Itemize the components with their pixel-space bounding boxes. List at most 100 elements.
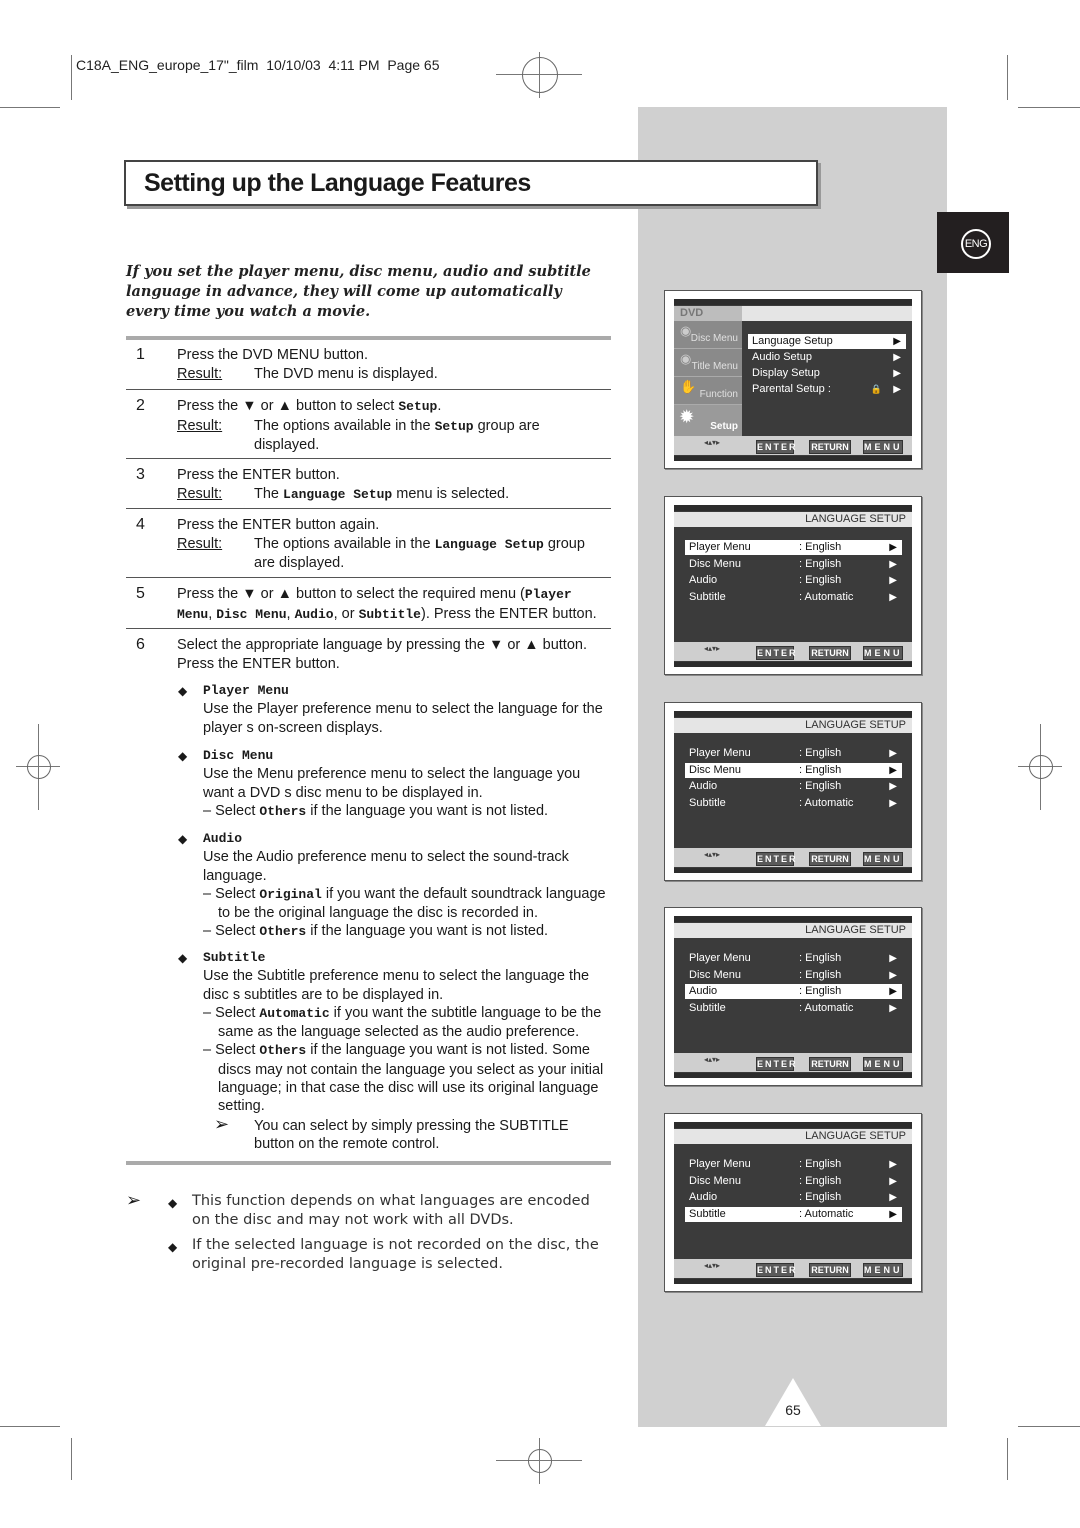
menu-item-label: Language Setup <box>752 335 833 347</box>
menu-item-display-setup[interactable]: Display Setup ▶ <box>748 366 906 381</box>
note-arrow-icon: ➢ <box>214 1114 230 1134</box>
side-tab-setup[interactable]: ✹ Setup <box>674 405 742 437</box>
language-row[interactable]: Subtitle : Automatic ▶ <box>685 796 902 811</box>
language-row-value: : English <box>799 1191 842 1203</box>
language-row[interactable]: Subtitle : Automatic ▶ <box>685 1001 902 1016</box>
language-row-label: Disc Menu <box>689 763 741 776</box>
step-5: Press the ▼ or ▲ button to select the re… <box>177 585 612 624</box>
arrow-right-icon: ▶ <box>889 1002 897 1014</box>
language-row[interactable]: Disc Menu : English ▶ <box>685 762 902 778</box>
bullet-diamond-icon: ◆ <box>178 684 188 698</box>
language-tab: ENG <box>937 212 1009 273</box>
step-result-text: menu is selected. <box>392 485 510 502</box>
enter-button[interactable]: ENTER <box>756 440 796 454</box>
language-row[interactable]: Audio : English ▶ <box>685 573 902 588</box>
language-row[interactable]: Disc Menu : English ▶ <box>685 1174 902 1189</box>
side-tab-label: Function <box>699 389 738 400</box>
arrow-right-icon: ▶ <box>889 1208 897 1220</box>
step-instruction: Press the ▼ or ▲ button to select <box>177 398 399 414</box>
menu-button[interactable]: MENU <box>863 852 903 866</box>
step-instruction: Press the ENTER button again. <box>177 517 380 533</box>
arrow-right-icon: ▶ <box>889 1175 897 1187</box>
language-row-label: Audio <box>689 574 718 586</box>
lock-icon: 🔒 <box>870 384 882 394</box>
side-tab-function[interactable]: ✋ Function <box>674 377 742 405</box>
step-number: 1 <box>136 346 145 363</box>
language-row[interactable]: Audio : English ▶ <box>685 779 902 794</box>
step-result-text: The options available in the <box>254 417 435 434</box>
side-tab-title-menu[interactable]: ◉ Title Menu <box>674 349 742 377</box>
language-row-value: : English <box>799 541 842 553</box>
menu-button[interactable]: MENU <box>863 1263 903 1277</box>
language-row[interactable]: Player Menu : English ▶ <box>685 1157 902 1172</box>
language-row-value: : English <box>799 968 842 981</box>
return-button[interactable]: RETURN <box>809 646 851 660</box>
arrow-right-icon: ▶ <box>889 969 897 981</box>
enter-button[interactable]: ENTER <box>756 1057 796 1071</box>
divider <box>126 1161 611 1165</box>
step-3: Press the ENTER button. Result: The Langu… <box>177 466 612 504</box>
step-result: The options available in the Language Se… <box>254 535 604 573</box>
menu-item-label: Audio Setup <box>752 351 812 363</box>
language-row-value: : English <box>799 985 842 997</box>
osd-bottom-bar <box>674 1279 912 1284</box>
language-row[interactable]: Disc Menu : English ▶ <box>685 968 902 983</box>
note-text: – Select <box>203 923 260 940</box>
code-term: Setup <box>434 418 474 434</box>
crop-mark <box>0 107 60 108</box>
option-name: Subtitle <box>203 950 266 965</box>
title-icon: ◉ <box>680 351 692 366</box>
language-row[interactable]: Audio : English ▶ <box>685 984 902 999</box>
language-row[interactable]: Player Menu : English ▶ <box>685 951 902 966</box>
dvd-menu-screen: DVD ◉ Disc Menu ◉ Title Menu ✋ Function ✹ Se… <box>664 290 922 469</box>
menu-item-audio-setup[interactable]: Audio Setup ▶ <box>748 350 906 365</box>
language-row[interactable]: Subtitle : Automatic ▶ <box>685 1206 902 1222</box>
return-button[interactable]: RETURN <box>809 440 851 454</box>
language-row[interactable]: Disc Menu : English ▶ <box>685 557 902 572</box>
result-label: Result: <box>177 485 223 502</box>
return-button[interactable]: RETURN <box>809 1263 851 1277</box>
osd-display: LANGUAGE SETUP Player Menu : English ▶ D… <box>674 505 912 667</box>
osd-display: LANGUAGE SETUP Player Menu : English ▶ D… <box>674 1122 912 1284</box>
note-text: if the language you want is not listed. <box>306 923 549 940</box>
menu-button[interactable]: MENU <box>863 646 903 660</box>
osd-top-bar <box>674 711 912 717</box>
bullet-diamond-icon: ◆ <box>178 951 188 965</box>
osd-header: LANGUAGE SETUP <box>674 512 912 527</box>
option-desc: Use the Audio preference menu to select … <box>203 849 569 884</box>
language-row[interactable]: Subtitle : Automatic ▶ <box>685 590 902 605</box>
result-label: Result: <box>177 365 223 382</box>
step-1: Press the DVD MENU button. Result: The DV… <box>177 346 612 383</box>
option-name: Audio <box>203 831 243 846</box>
menu-item-language-setup[interactable]: Language Setup ▶ <box>748 334 906 349</box>
crop-mark <box>1007 1438 1008 1480</box>
menu-item-parental-setup[interactable]: Parental Setup : 🔒 ▶ <box>748 382 906 397</box>
option-subtitle: Subtitle Use the Subtitle preference men… <box>203 949 613 1116</box>
language-row-label: Audio <box>689 985 718 997</box>
return-button[interactable]: RETURN <box>809 1057 851 1071</box>
crop-mark <box>71 1438 72 1480</box>
note-text: – Select <box>203 1004 260 1021</box>
language-row[interactable]: Audio : English ▶ <box>685 1190 902 1205</box>
code-term: Others <box>259 1043 307 1059</box>
note-text: – Select <box>203 885 260 902</box>
nav-arrows-icon: ◂▴▾▸ <box>704 850 721 859</box>
side-tab-disc-menu[interactable]: ◉ Disc Menu <box>674 321 742 349</box>
code-term: Automatic <box>259 1005 330 1021</box>
code-term: Subtitle <box>358 606 421 622</box>
enter-button[interactable]: ENTER <box>756 646 796 660</box>
language-row-value: : Automatic <box>799 796 854 809</box>
enter-button[interactable]: ENTER <box>756 852 796 866</box>
step-2: Press the ▼ or ▲ button to select Setup.… <box>177 397 612 455</box>
note-arrow-icon: ➢ <box>126 1190 142 1210</box>
arrow-right-icon: ▶ <box>889 1159 897 1170</box>
enter-button[interactable]: ENTER <box>756 1263 796 1277</box>
menu-button[interactable]: MENU <box>863 1057 903 1071</box>
language-row[interactable]: Player Menu : English ▶ <box>685 746 902 761</box>
menu-button[interactable]: MENU <box>863 440 903 454</box>
return-button[interactable]: RETURN <box>809 852 851 866</box>
option-desc: Use the Menu preference menu to select t… <box>203 766 581 801</box>
osd-header: LANGUAGE SETUP <box>674 1129 912 1144</box>
language-row[interactable]: Player Menu : English ▶ <box>685 540 902 555</box>
option-player-menu: Player Menu Use the Player preference me… <box>203 682 613 737</box>
